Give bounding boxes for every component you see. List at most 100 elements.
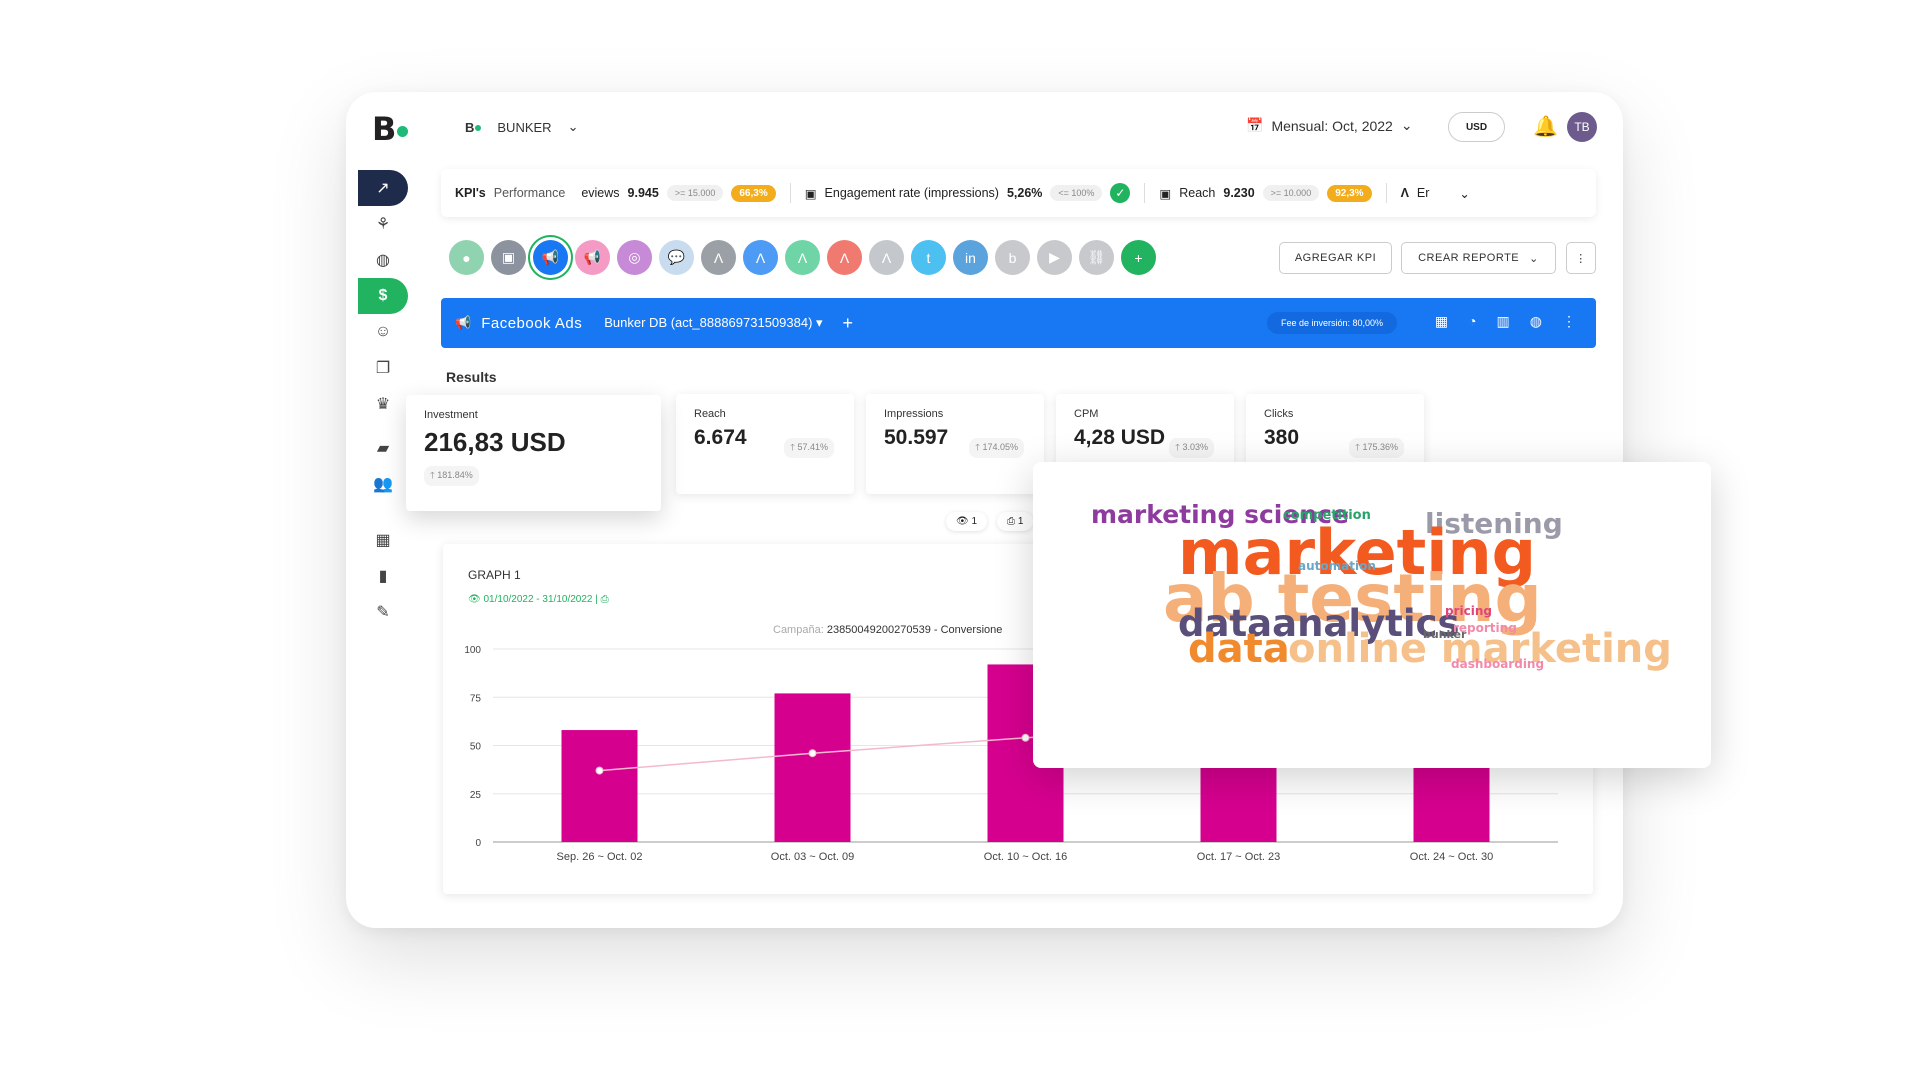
add-icon[interactable]: +: [1121, 240, 1156, 275]
avatar[interactable]: TB: [1567, 112, 1597, 142]
kpi-pct-badge: 66,3%: [731, 184, 776, 202]
more-icon[interactable]: ⋮: [1562, 313, 1576, 330]
platform-title: Facebook Ads: [481, 314, 583, 332]
bar: [774, 693, 851, 842]
ads-light-icon[interactable]: Ʌ: [869, 240, 904, 275]
chevron-down-icon: ⌄: [567, 119, 579, 134]
y-tick-label: 25: [470, 790, 482, 801]
trophy-icon[interactable]: ♛: [358, 386, 408, 422]
ads-icon[interactable]: Ʌ: [701, 240, 736, 275]
check-icon: ✓: [1110, 183, 1131, 203]
kpi-target: >= 10.000: [1262, 185, 1320, 201]
copy-icon[interactable]: ❐: [358, 350, 408, 386]
ads-green-icon[interactable]: Ʌ: [785, 240, 820, 275]
file-icon[interactable]: ▮: [358, 558, 408, 594]
view-switcher: ▦ ◔ ▥ ◍ ⋮: [1435, 313, 1576, 330]
smile-icon[interactable]: ☺: [358, 314, 408, 350]
kpi-label: Er: [1416, 186, 1430, 200]
metric-change: 🡑 175.36%: [1349, 438, 1404, 458]
period-selector[interactable]: 📅 Mensual: Oct, 2022 ⌄: [1246, 117, 1413, 134]
kpi-target: <= 100%: [1050, 185, 1103, 201]
chevron-down-icon: ⌄: [1529, 252, 1539, 265]
search-icon[interactable]: ◎: [617, 240, 652, 275]
fee-badge: Fee de inversión: 80,00%: [1267, 312, 1398, 334]
org-selector[interactable]: B BUNKER ⌄: [465, 119, 578, 135]
link-icon[interactable]: ⛓: [1079, 240, 1114, 275]
create-report-button[interactable]: CREAR REPORTE ⌄: [1401, 242, 1556, 274]
period-label: Mensual: Oct, 2022: [1271, 117, 1393, 134]
table-icon[interactable]: ▦: [358, 522, 408, 558]
kpi-bar: KPI's Performance eviews 9.945 >= 15.000…: [441, 169, 1596, 217]
results-label: Results: [446, 369, 497, 385]
create-report-label: CREAR REPORTE: [1418, 252, 1520, 264]
briefcase-icon[interactable]: ▣: [491, 240, 526, 275]
sidebar: ↗ ⚘ ◍ $ ☺ ❐ ♛ ▰ 👥 ▦ ▮ ✎: [358, 170, 408, 630]
twitter-icon[interactable]: t: [911, 240, 946, 275]
word-cloud-word: pricing: [1445, 604, 1492, 618]
plant-icon[interactable]: ⚘: [358, 206, 408, 242]
line-point: [595, 766, 604, 775]
line-point: [808, 749, 817, 758]
print-pill[interactable]: ⎙ 1: [997, 512, 1034, 531]
bell-icon[interactable]: 🔔: [1533, 114, 1558, 139]
grid-icon[interactable]: ▦: [1435, 313, 1448, 330]
briefcase-icon: ▣: [1159, 186, 1172, 201]
graph-pills: 👁 1 ⎙ 1: [946, 512, 1034, 531]
y-tick-label: 0: [475, 838, 481, 849]
kpi-value: 5,26%: [1006, 186, 1043, 200]
org-logo: B: [465, 120, 482, 135]
users-icon[interactable]: 👥: [358, 466, 408, 502]
metric-change: 🡑 3.03%: [1169, 438, 1214, 458]
word-cloud-card: marketing science competition listening mar…: [1033, 462, 1711, 768]
brand-icon[interactable]: b: [995, 240, 1030, 275]
chat-icon[interactable]: 💬: [659, 240, 694, 275]
y-tick-label: 75: [470, 693, 482, 704]
kpi-value: 9.945: [627, 186, 659, 200]
metric-card-reach[interactable]: Reach 6.674 🡑 57.41%: [676, 394, 854, 494]
metric-label: CPM: [1074, 408, 1099, 420]
dollar-icon[interactable]: $: [358, 278, 408, 314]
metric-card-impressions[interactable]: Impressions 50.597 🡑 174.05%: [866, 394, 1044, 494]
metric-label: Clicks: [1264, 408, 1294, 420]
kpi-label: Engagement rate (impressions): [824, 186, 999, 200]
ads-blue-icon[interactable]: Ʌ: [743, 240, 778, 275]
multi-icon[interactable]: ●: [449, 240, 484, 275]
org-name: BUNKER: [497, 119, 552, 135]
kpi-value: 9.230: [1223, 186, 1255, 200]
globe-icon[interactable]: ◍: [1530, 313, 1542, 330]
views-pill[interactable]: 👁 1: [946, 512, 988, 531]
ads-red-icon[interactable]: Ʌ: [827, 240, 862, 275]
brand-logo[interactable]: B: [372, 110, 409, 148]
gauge-icon[interactable]: ◔: [1468, 313, 1476, 330]
currency-button[interactable]: USD: [1448, 112, 1505, 142]
x-tick-label: Sep. 26 ~ Oct. 02: [557, 851, 643, 863]
account-selector[interactable]: Bunker DB (act_888869731509384) ▾: [604, 315, 822, 331]
briefcase-icon: ▣: [804, 186, 817, 201]
add-kpi-button[interactable]: AGREGAR KPI: [1279, 242, 1392, 274]
add-account-icon[interactable]: +: [843, 313, 854, 334]
metric-value: 216,83 USD: [424, 427, 566, 457]
bar-chart-icon[interactable]: ▥: [1497, 313, 1510, 330]
x-tick-label: Oct. 03 ~ Oct. 09: [771, 851, 854, 863]
line-point: [1021, 733, 1030, 742]
megaphone-pink-icon[interactable]: 📢: [575, 240, 610, 275]
metric-card-investment[interactable]: Investment 216,83 USD 🡑 181.84%: [406, 395, 661, 511]
plug-icon[interactable]: ✎: [358, 594, 408, 630]
metric-change: 🡑 174.05%: [969, 438, 1024, 458]
play-icon[interactable]: ▶: [1037, 240, 1072, 275]
word-cloud-word: dashboarding: [1451, 657, 1545, 671]
kpi-subtitle: Performance: [493, 186, 566, 200]
metric-label: Impressions: [884, 408, 944, 420]
platform-icons: ● ▣ 📢 📢 ◎ 💬 Ʌ Ʌ Ʌ Ʌ Ʌt in b ▶ ⛓ +: [449, 240, 1156, 275]
folder-icon[interactable]: ▰: [358, 430, 408, 466]
facebook-ads-bar: 📢 Facebook Ads Bunker DB (act_8888697315…: [441, 298, 1596, 348]
chevron-down-icon[interactable]: ⌄: [1459, 186, 1469, 201]
y-tick-label: 50: [470, 742, 482, 753]
linkedin-icon[interactable]: in: [953, 240, 988, 275]
y-tick-label: 100: [464, 645, 481, 656]
kpi-target: >= 15.000: [666, 185, 724, 201]
megaphone-icon[interactable]: 📢: [533, 240, 568, 275]
chart-line-icon[interactable]: ↗: [358, 170, 408, 206]
more-options-button[interactable]: ⋮: [1566, 242, 1596, 274]
globe-icon[interactable]: ◍: [358, 242, 408, 278]
